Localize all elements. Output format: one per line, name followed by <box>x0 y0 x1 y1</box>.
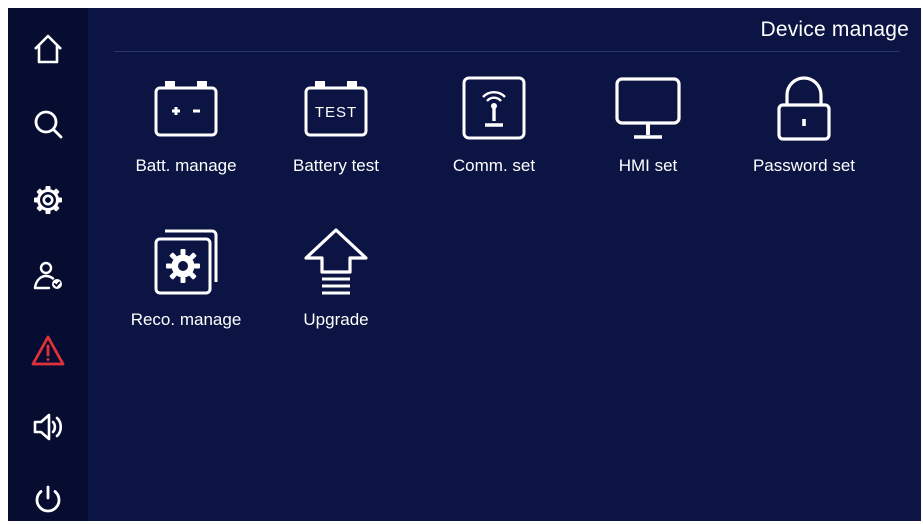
battery-test-icon: TEST <box>304 81 368 137</box>
battery-icon <box>154 81 218 137</box>
battery-test-tile[interactable]: TEST Battery test <box>276 72 396 196</box>
upgrade-tile[interactable]: Upgrade <box>276 226 396 350</box>
page-title: Device manage <box>760 18 909 41</box>
test-badge: TEST <box>315 104 357 121</box>
monitor-icon <box>615 77 681 139</box>
upgrade-arrow-icon <box>304 228 368 295</box>
tile-label: Reco. manage <box>130 310 242 329</box>
record-gear-icon <box>154 229 218 295</box>
alarm-button[interactable] <box>26 329 70 373</box>
tile-label: Battery test <box>293 156 379 175</box>
alarm-warning-icon <box>31 335 65 366</box>
tile-label: Password set <box>752 156 856 175</box>
gear-icon <box>34 186 62 214</box>
settings-button[interactable] <box>26 178 70 222</box>
tile-label: HMI set <box>618 156 678 175</box>
speaker-icon <box>33 413 63 441</box>
batt-manage-tile[interactable]: Batt. manage <box>126 72 246 196</box>
home-icon <box>34 34 62 64</box>
password-set-tile[interactable]: Password set <box>744 72 864 196</box>
sound-button[interactable] <box>26 405 70 449</box>
reco-manage-tile[interactable]: Reco. manage <box>126 226 246 350</box>
hmi-set-tile[interactable]: HMI set <box>588 72 708 196</box>
tile-label: Upgrade <box>303 310 369 329</box>
sidebar <box>8 8 88 521</box>
tile-label: Batt. manage <box>135 156 237 175</box>
lock-icon <box>777 76 831 141</box>
search-button[interactable] <box>26 102 70 146</box>
title-divider <box>114 51 900 52</box>
power-icon <box>35 485 61 513</box>
user-button[interactable] <box>26 254 70 298</box>
tile-label: Comm. set <box>452 156 536 175</box>
power-button[interactable] <box>26 478 70 522</box>
comm-set-tile[interactable]: Comm. set <box>434 72 554 196</box>
home-button[interactable] <box>26 27 70 71</box>
antenna-icon <box>462 76 526 140</box>
search-icon <box>34 110 63 139</box>
user-check-icon <box>33 261 62 290</box>
